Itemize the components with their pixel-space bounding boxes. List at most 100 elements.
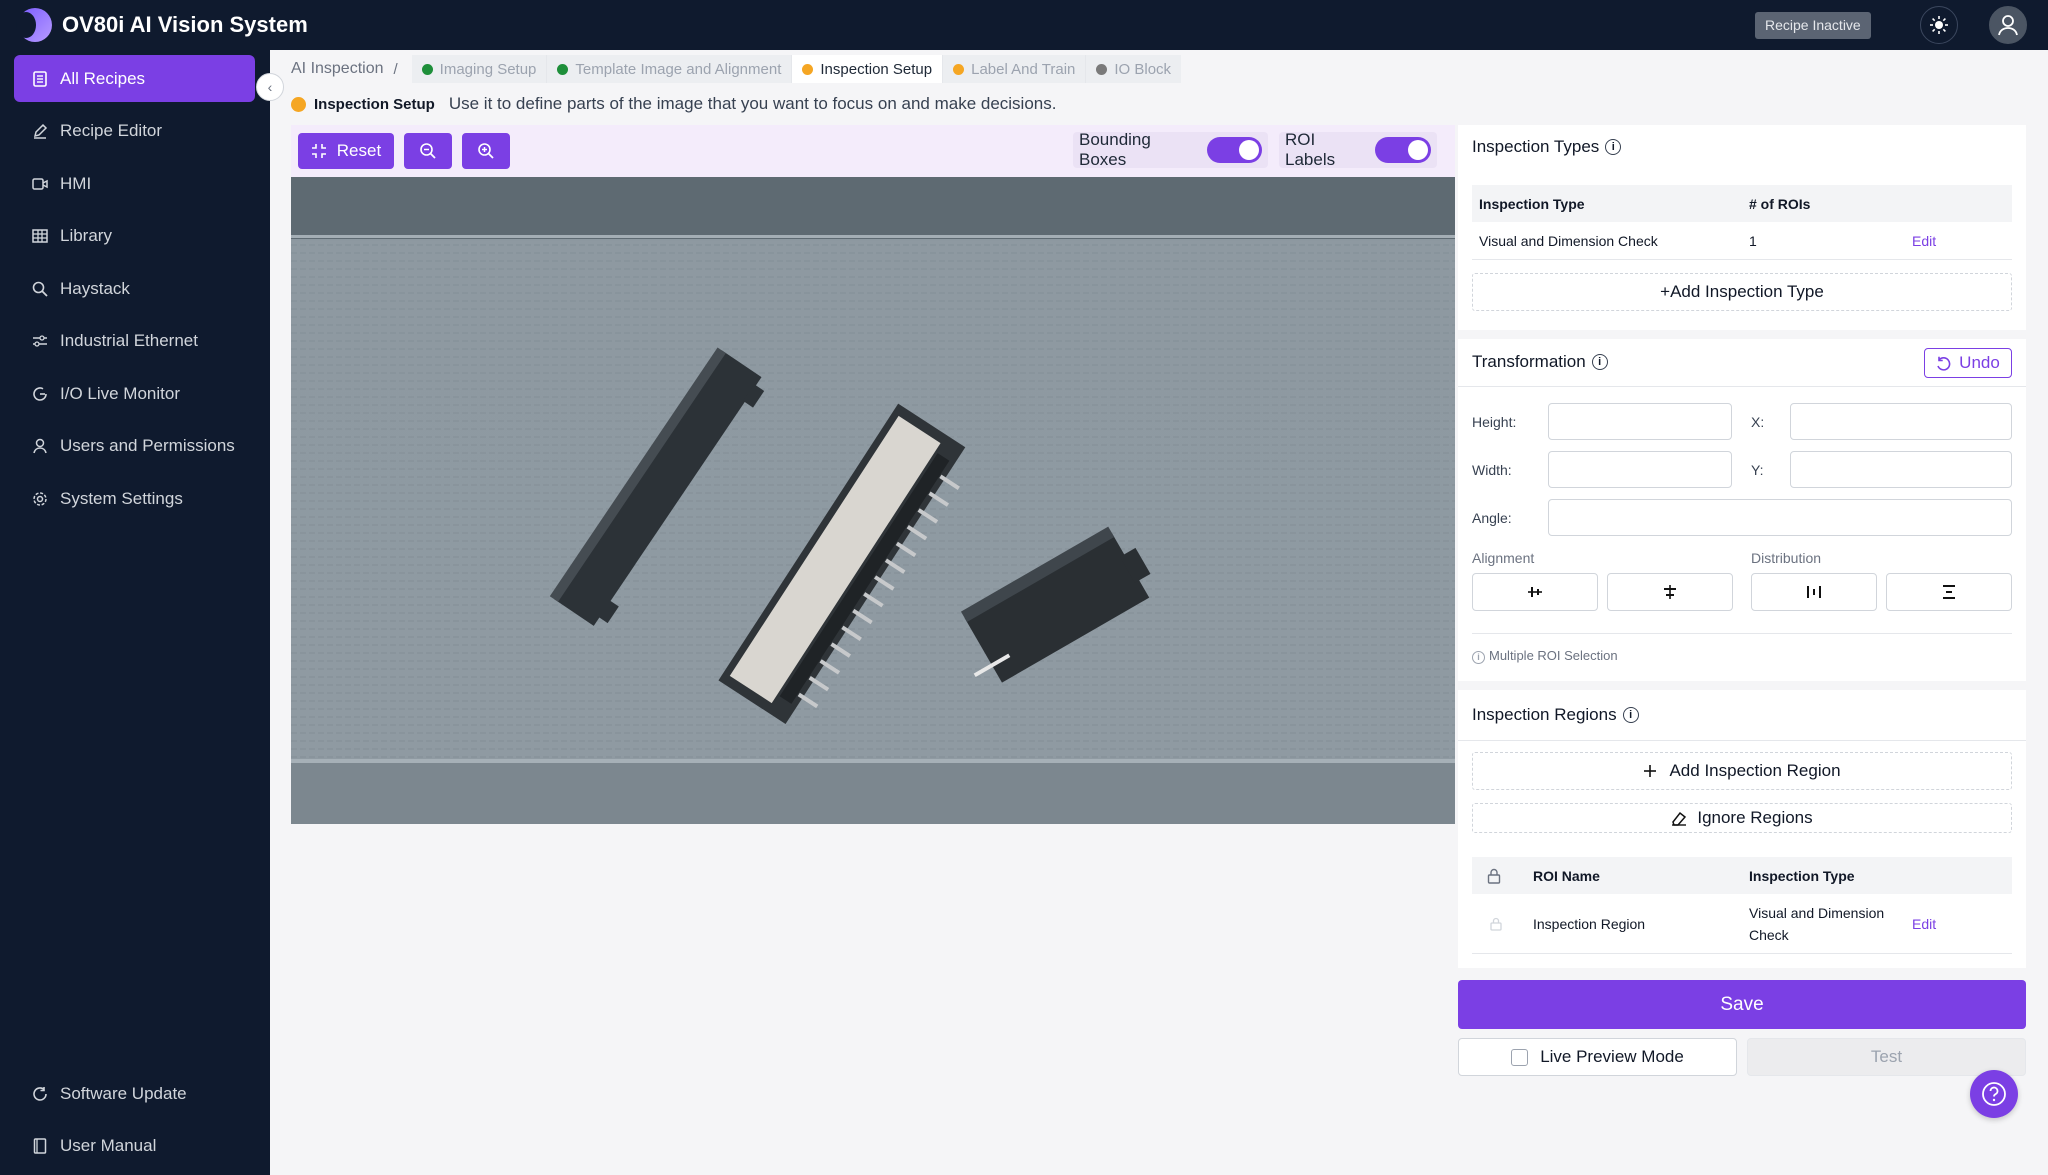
- tab-label: Imaging Setup: [439, 60, 537, 78]
- ignore-regions-label: Ignore Regions: [1697, 808, 1813, 827]
- column-header: Inspection Type: [1479, 195, 1585, 212]
- sidebar-item-label: Software Update: [60, 1083, 187, 1103]
- tab-label-and-train[interactable]: Label And Train: [943, 55, 1087, 83]
- sidebar-collapse-button[interactable]: ‹: [256, 73, 284, 101]
- table-row: Inspection Region Visual and Dimension C…: [1472, 894, 2012, 954]
- zoom-out-icon: [420, 143, 436, 159]
- align-horizontal-center-button[interactable]: [1472, 573, 1598, 611]
- distribute-horizontal-icon: [1807, 586, 1821, 598]
- reset-button[interactable]: Reset: [298, 133, 394, 169]
- ignore-regions-button[interactable]: Ignore Regions: [1472, 803, 2012, 833]
- add-region-label: Add Inspection Region: [1669, 761, 1841, 780]
- tab-io-block[interactable]: IO Block: [1086, 55, 1181, 83]
- status-dot-icon: [291, 96, 306, 112]
- lock-icon[interactable]: [1490, 894, 1502, 953]
- edit-inspection-type-link[interactable]: Edit: [1912, 222, 1936, 259]
- sidebar-item-industrial-ethernet[interactable]: Industrial Ethernet: [14, 317, 255, 364]
- sidebar-item-label: Industrial Ethernet: [60, 330, 198, 350]
- section-title: Inspection Types: [1472, 137, 1600, 156]
- sidebar-item-library[interactable]: Library: [14, 212, 255, 259]
- live-preview-label: Live Preview Mode: [1540, 1047, 1684, 1066]
- column-header: ROI Name: [1533, 867, 1600, 884]
- sidebar-item-software-update[interactable]: Software Update: [14, 1070, 255, 1117]
- distribute-vertical-icon: [1943, 585, 1955, 599]
- sidebar-item-label: All Recipes: [60, 68, 146, 88]
- user-icon: [1998, 15, 2018, 36]
- sidebar: All Recipes Recipe Editor HMI Library Ha…: [0, 50, 270, 1175]
- angle-input[interactable]: [1548, 499, 2012, 536]
- tab-inspection-setup[interactable]: Inspection Setup: [792, 55, 944, 83]
- help-button[interactable]: [1970, 1070, 2018, 1118]
- zoom-in-icon: [478, 143, 494, 159]
- theme-toggle-button[interactable]: [1920, 6, 1958, 44]
- undo-button[interactable]: Undo: [1924, 348, 2012, 378]
- undo-label: Undo: [1959, 353, 2000, 372]
- sidebar-item-label: Library: [60, 225, 112, 245]
- info-icon[interactable]: i: [1622, 707, 1639, 723]
- sidebar-item-io-live-monitor[interactable]: I/O Live Monitor: [14, 370, 255, 417]
- section-title: Inspection Regions: [1472, 705, 1617, 724]
- x-label: X:: [1751, 414, 1765, 430]
- status-dot-icon: [1096, 63, 1108, 75]
- add-inspection-type-button[interactable]: +Add Inspection Type: [1472, 273, 2012, 311]
- tab-imaging-setup[interactable]: Imaging Setup: [412, 55, 548, 83]
- sidebar-item-system-settings[interactable]: System Settings: [14, 475, 255, 522]
- tab-label: Label And Train: [971, 60, 1076, 78]
- x-input[interactable]: [1790, 403, 2012, 440]
- network-icon: [32, 333, 48, 349]
- inspection-regions-table-header: ROI Name Inspection Type: [1472, 857, 2012, 894]
- sidebar-item-haystack[interactable]: Haystack: [14, 265, 255, 312]
- bounding-boxes-switch[interactable]: [1206, 137, 1262, 163]
- distribute-vertical-button[interactable]: [1886, 573, 2012, 611]
- height-label: Height:: [1472, 414, 1517, 430]
- roi-type-line: Check: [1749, 926, 1789, 943]
- tab-template-image[interactable]: Template Image and Alignment: [547, 55, 793, 83]
- zoom-in-button[interactable]: [462, 133, 510, 169]
- live-preview-checkbox[interactable]: [1511, 1048, 1529, 1066]
- save-button[interactable]: Save: [1458, 980, 2026, 1029]
- sidebar-item-hmi[interactable]: HMI: [14, 160, 255, 207]
- lock-icon: [1487, 857, 1501, 894]
- info-icon: i: [1472, 650, 1485, 664]
- pencil-icon: [32, 123, 48, 139]
- plus-icon: [1644, 765, 1657, 777]
- sidebar-item-all-recipes[interactable]: All Recipes: [14, 55, 255, 102]
- sidebar-item-recipe-editor[interactable]: Recipe Editor: [14, 107, 255, 154]
- sidebar-item-label: System Settings: [60, 488, 183, 508]
- roi-type-line: Visual and Dimension: [1749, 904, 1885, 921]
- y-input[interactable]: [1790, 451, 2012, 488]
- test-button[interactable]: Test: [1747, 1038, 2026, 1076]
- refresh-icon: [32, 1086, 48, 1102]
- edit-roi-link[interactable]: Edit: [1912, 894, 1936, 953]
- sidebar-item-user-manual[interactable]: User Manual: [14, 1122, 255, 1169]
- sidebar-item-label: HMI: [60, 173, 92, 193]
- roi-inspection-type: Visual and Dimension Check: [1749, 894, 1884, 953]
- add-inspection-region-button[interactable]: Add Inspection Region: [1472, 752, 2012, 790]
- hint-title: Inspection Setup: [314, 95, 435, 113]
- info-icon[interactable]: i: [1605, 139, 1622, 155]
- zoom-out-button[interactable]: [404, 133, 452, 169]
- info-icon[interactable]: i: [1591, 354, 1608, 370]
- align-vertical-center-button[interactable]: [1607, 573, 1733, 611]
- table-row: Visual and Dimension Check 1 Edit: [1472, 222, 2012, 260]
- bounding-boxes-toggle-group: Bounding Boxes: [1073, 130, 1268, 169]
- live-preview-mode-toggle[interactable]: Live Preview Mode: [1458, 1038, 1737, 1076]
- roi-labels-label: ROI Labels: [1285, 130, 1336, 169]
- inspection-image: [291, 177, 1455, 824]
- distribute-horizontal-button[interactable]: [1751, 573, 1877, 611]
- breadcrumb-separator: /: [393, 60, 398, 78]
- inspection-types-table-header: Inspection Type # of ROIs: [1472, 185, 2012, 222]
- user-avatar-button[interactable]: [1989, 6, 2027, 44]
- tab-label: Inspection Setup: [820, 60, 933, 78]
- breadcrumb-root[interactable]: AI Inspection: [291, 60, 384, 78]
- height-input[interactable]: [1548, 403, 1732, 440]
- hint-text: Use it to define parts of the image that…: [448, 94, 1057, 113]
- gauge-icon: [32, 386, 48, 402]
- column-header: Inspection Type: [1749, 867, 1855, 884]
- status-dot-icon: [802, 63, 814, 75]
- inspection-image-canvas[interactable]: [291, 177, 1455, 824]
- status-dot-icon: [557, 63, 569, 75]
- width-input[interactable]: [1548, 451, 1732, 488]
- sidebar-item-users-permissions[interactable]: Users and Permissions: [14, 422, 255, 469]
- roi-labels-switch[interactable]: [1375, 137, 1431, 163]
